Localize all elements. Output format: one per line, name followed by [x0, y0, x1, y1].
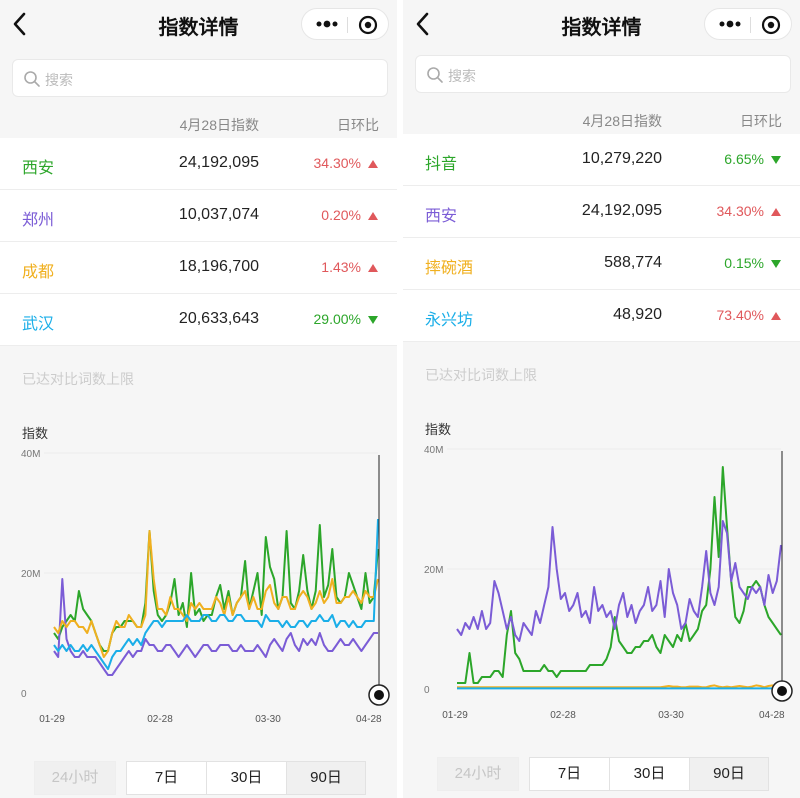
close-miniprogram-icon[interactable]	[761, 15, 781, 35]
keyword-row[interactable]: 永兴坊 48,920 73.40%	[403, 290, 800, 342]
keyword-row[interactable]: 抖音 10,279,220 6.65%	[403, 134, 800, 186]
triangle-up-icon	[368, 264, 378, 272]
x-tick-label: 02-28	[550, 710, 576, 721]
table-header: 4月28日指数 日环比	[0, 109, 397, 139]
daily-change: 34.30%	[716, 203, 764, 219]
x-tick-label: 01-29	[39, 714, 65, 725]
header-index-date: 4月28日指数	[582, 113, 662, 129]
compare-limit-notice: 已达对比词数上限	[425, 367, 537, 383]
triangle-up-icon	[368, 212, 378, 220]
daily-change: 34.30%	[313, 155, 361, 171]
y-tick-label: 20M	[21, 569, 40, 580]
keyword-row[interactable]: 武汉 20,633,643 29.00%	[0, 294, 397, 346]
trend-chart[interactable]: 40M 20M 0 01-29 02-28 03-30 04-28	[403, 436, 800, 736]
keyword-name: 西安	[22, 160, 55, 177]
time-range-button: 24小时	[34, 761, 116, 795]
capsule-divider	[347, 17, 348, 33]
search-input[interactable]: 搜索	[12, 59, 388, 97]
more-dots-icon[interactable]	[312, 17, 342, 31]
time-range-button[interactable]: 90日	[286, 761, 366, 795]
time-range-button: 24小时	[437, 757, 519, 791]
miniprogram-capsule	[301, 8, 389, 40]
x-tick-label: 04-28	[759, 710, 785, 721]
triangle-up-icon	[771, 208, 781, 216]
index-value: 24,192,095	[581, 202, 662, 219]
index-value: 10,279,220	[581, 150, 662, 167]
search-placeholder: 搜索	[448, 68, 476, 84]
y-tick-label: 0	[21, 689, 27, 700]
keyword-name: 摔碗酒	[425, 260, 474, 277]
header-index-date: 4月28日指数	[179, 117, 259, 133]
keyword-name: 抖音	[425, 156, 458, 173]
index-value: 20,633,643	[178, 310, 259, 327]
index-value: 10,037,074	[178, 206, 259, 223]
table-header: 4月28日指数 日环比	[403, 105, 800, 135]
y-tick-label: 40M	[21, 449, 40, 460]
keyword-row[interactable]: 摔碗酒 588,774 0.15%	[403, 238, 800, 290]
keyword-table: 抖音 10,279,220 6.65% 西安 24,192,095 34.30% 摔碗酒 58…	[403, 134, 800, 342]
compare-limit-notice: 已达对比词数上限	[22, 371, 134, 387]
capsule-divider	[750, 17, 751, 33]
index-value: 588,774	[604, 254, 662, 271]
keyword-row[interactable]: 郑州 10,037,074 0.20%	[0, 190, 397, 242]
keyword-row[interactable]: 西安 24,192,095 34.30%	[403, 186, 800, 238]
miniprogram-capsule	[704, 8, 792, 40]
index-value: 18,196,700	[178, 258, 259, 275]
search-input[interactable]: 搜索	[415, 55, 791, 93]
daily-change: 0.20%	[321, 207, 361, 223]
keyword-name: 永兴坊	[425, 312, 474, 329]
header-daily-change: 日环比	[740, 113, 782, 129]
keyword-name: 成都	[22, 264, 55, 281]
series-line	[456, 520, 782, 642]
daily-change: 73.40%	[716, 307, 764, 323]
index-value: 48,920	[613, 306, 662, 323]
y-tick-label: 40M	[424, 445, 443, 456]
more-dots-icon[interactable]	[715, 17, 745, 31]
time-range-button[interactable]: 30日	[206, 761, 287, 795]
keyword-row[interactable]: 西安 24,192,095 34.30%	[0, 138, 397, 190]
daily-change: 0.15%	[724, 255, 764, 271]
y-tick-label: 0	[424, 685, 430, 696]
x-tick-label: 01-29	[442, 710, 468, 721]
triangle-up-icon	[771, 312, 781, 320]
trend-chart[interactable]: 40M 20M 0 01-29 02-28 03-30 04-28	[0, 440, 397, 740]
close-miniprogram-icon[interactable]	[358, 15, 378, 35]
triangle-down-icon	[368, 316, 378, 324]
navigation-bar: 指数详情	[0, 0, 397, 48]
triangle-down-icon	[771, 156, 781, 164]
index-value: 24,192,095	[178, 154, 259, 171]
daily-change: 6.65%	[724, 151, 764, 167]
x-tick-label: 03-30	[255, 714, 281, 725]
keyword-row[interactable]: 成都 18,196,700 1.43%	[0, 242, 397, 294]
right-screen: 指数详情 搜索 4月28日指数 日环比 抖音 10,279,220 6.65% 西安 2…	[403, 0, 800, 798]
daily-change: 1.43%	[321, 259, 361, 275]
search-icon	[24, 71, 40, 87]
search-placeholder: 搜索	[45, 72, 73, 88]
header-daily-change: 日环比	[337, 117, 379, 133]
keyword-name: 西安	[425, 208, 458, 225]
time-range-button[interactable]: 90日	[689, 757, 769, 791]
cursor-handle-dot	[777, 686, 787, 696]
cursor-handle-dot	[374, 690, 384, 700]
series-line	[457, 684, 782, 689]
x-tick-label: 04-28	[356, 714, 382, 725]
time-range-button[interactable]: 30日	[609, 757, 690, 791]
left-screen: 指数详情 搜索 4月28日指数 日环比 西安 24,192,095 34.30% 郑州…	[0, 0, 397, 798]
keyword-table: 西安 24,192,095 34.30% 郑州 10,037,074 0.20% 成都 18,…	[0, 138, 397, 346]
time-range-button[interactable]: 7日	[126, 761, 207, 795]
search-icon	[427, 67, 443, 83]
x-tick-label: 02-28	[147, 714, 173, 725]
y-tick-label: 20M	[424, 565, 443, 576]
triangle-down-icon	[771, 260, 781, 268]
keyword-name: 郑州	[22, 212, 55, 229]
time-range-button[interactable]: 7日	[529, 757, 610, 791]
keyword-name: 武汉	[22, 316, 55, 333]
daily-change: 29.00%	[313, 311, 361, 327]
x-tick-label: 03-30	[658, 710, 684, 721]
triangle-up-icon	[368, 160, 378, 168]
navigation-bar: 指数详情	[403, 0, 800, 48]
